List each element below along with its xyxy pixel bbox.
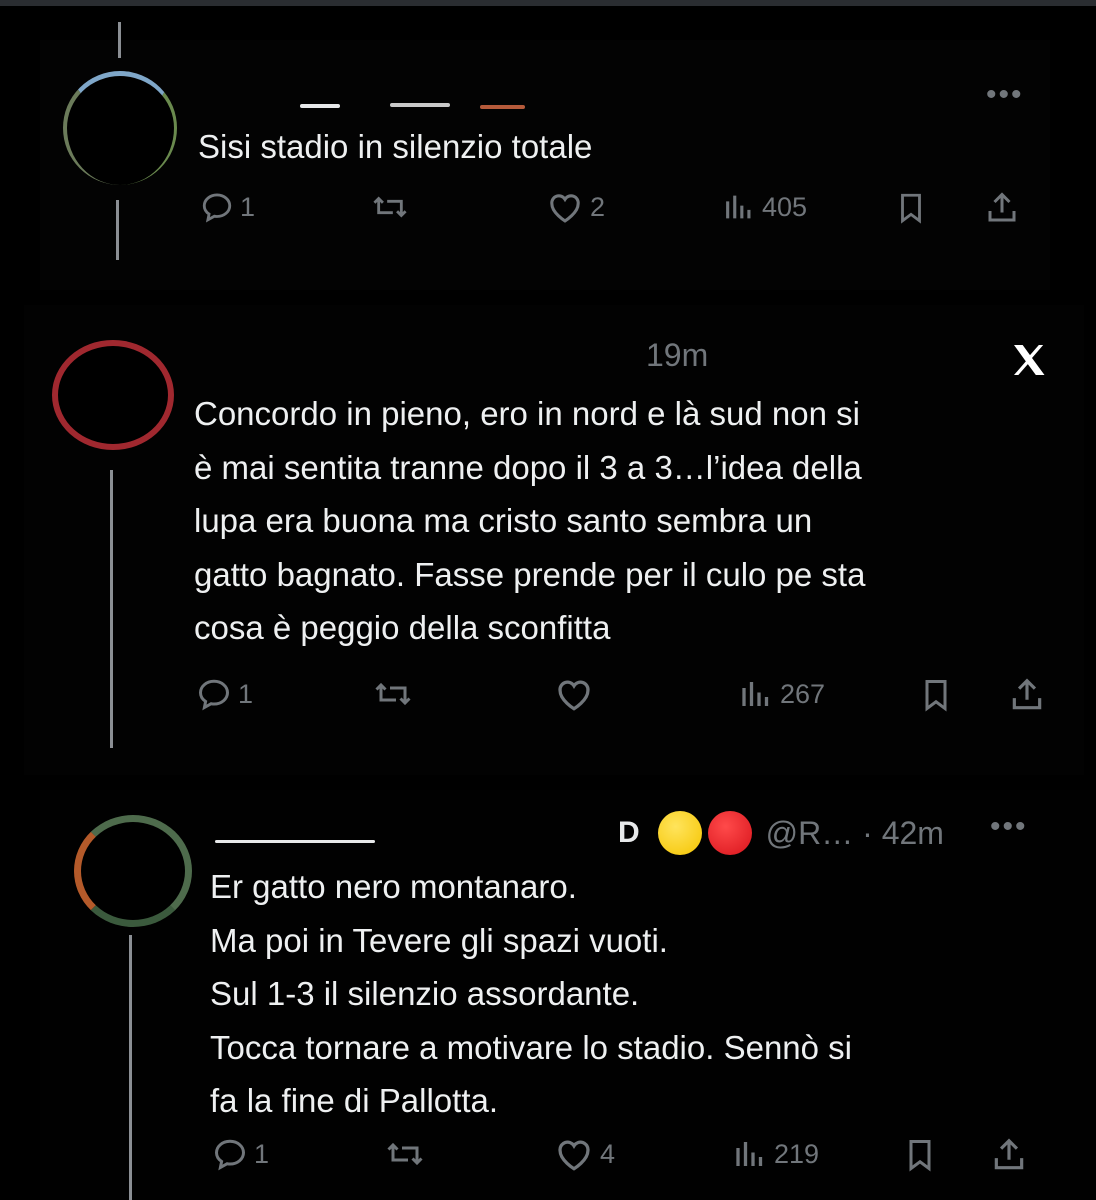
views-button[interactable]: 267 (738, 676, 825, 712)
avatar[interactable] (74, 815, 192, 927)
share-button[interactable] (990, 1136, 1028, 1174)
bookmark-icon (901, 193, 921, 224)
display-name-fragment: D (618, 816, 640, 849)
post-text-line: Sisi stadio in silenzio totale (198, 128, 593, 165)
avatar[interactable] (52, 340, 174, 450)
heart-icon (558, 1140, 590, 1171)
share-button[interactable] (984, 190, 1020, 226)
action-bar: 1 267 (0, 676, 1096, 716)
handle-and-time[interactable]: @R… · 42m (766, 815, 944, 852)
bookmark-icon (925, 680, 947, 712)
post-text-line: è mai sentita tranne dopo il 3 a 3…l’ide… (194, 448, 862, 486)
post-text-line: Ma poi in Tevere gli spazi vuoti. (210, 921, 668, 959)
heart-icon (558, 680, 590, 711)
bookmark-button[interactable] (918, 676, 954, 714)
like-button[interactable]: 2 (546, 190, 605, 224)
reply-button[interactable]: 1 (212, 1136, 269, 1172)
avatar[interactable] (63, 71, 177, 185)
repost-icon (373, 196, 407, 218)
post-text: Er gatto nero montanaro. Ma poi in Tever… (210, 860, 852, 1128)
post-text-line: Er gatto nero montanaro. (210, 868, 577, 905)
like-count: 2 (590, 191, 606, 222)
repost-icon (375, 682, 411, 706)
views-count: 219 (774, 1138, 820, 1169)
thread-line-top (118, 22, 121, 58)
like-button[interactable]: 4 (554, 1136, 615, 1172)
like-button[interactable] (554, 676, 600, 712)
post-text-line: cosa è peggio della sconfitta (194, 609, 611, 646)
more-icon[interactable]: ••• (986, 78, 1024, 112)
bookmark-icon (909, 1140, 931, 1172)
post-text: Concordo in pieno, ero in nord e là sud … (194, 387, 865, 655)
post-timestamp: 19m (646, 337, 709, 373)
reply-icon (202, 193, 232, 223)
repost-icon (387, 1142, 423, 1166)
post-text-line: Concordo in pieno, ero in nord e là sud … (194, 395, 860, 432)
reply-count: 1 (254, 1138, 270, 1169)
reply-count: 1 (240, 191, 256, 222)
post-text-line: fa la fine di Pallotta. (210, 1082, 499, 1119)
action-bar: 1 2 405 (0, 190, 1096, 230)
post-text-line: Tocca tornare a motivare lo stadio. Senn… (210, 1028, 853, 1066)
views-button[interactable]: 405 (722, 190, 807, 224)
post-text: Sisi stadio in silenzio totale (198, 120, 592, 174)
share-icon (994, 1138, 1024, 1170)
post-text-line: gatto bagnato. Fasse prende per il culo … (194, 555, 866, 593)
views-icon (726, 195, 751, 219)
reply-button[interactable]: 1 (200, 190, 255, 224)
redacted-name-mark (390, 103, 450, 107)
share-icon (1012, 678, 1042, 710)
share-icon (988, 192, 1016, 222)
yellow-circle-emoji (657, 811, 702, 855)
x-logo-icon (1014, 345, 1045, 375)
redacted-name-mark (300, 104, 340, 108)
views-button[interactable]: 219 (732, 1136, 819, 1172)
views-count: 405 (762, 191, 808, 222)
views-count: 267 (780, 678, 826, 709)
reply-count: 1 (238, 678, 254, 709)
share-button[interactable] (1008, 676, 1046, 714)
reply-icon (198, 679, 230, 711)
redacted-name-mark (480, 105, 525, 109)
post-text-line: lupa era buona ma cristo santo sembra un (194, 502, 813, 539)
post-header: D @R… · 42m (618, 808, 944, 858)
repost-button[interactable] (372, 676, 414, 712)
action-bar: 1 4 219 (0, 1136, 1096, 1176)
repost-button[interactable] (370, 190, 410, 224)
post-text-line: Sul 1-3 il silenzio assordante. (210, 975, 640, 1012)
bookmark-button[interactable] (894, 190, 928, 226)
like-count: 4 (600, 1138, 616, 1169)
views-icon (736, 1142, 763, 1166)
reply-button[interactable]: 1 (196, 676, 253, 712)
top-edge-bar (0, 0, 1096, 6)
views-icon (742, 682, 769, 706)
repost-button[interactable] (384, 1136, 426, 1172)
heart-icon (550, 194, 580, 223)
reply-icon (214, 1139, 246, 1171)
bookmark-button[interactable] (902, 1136, 938, 1174)
cropped-name (215, 840, 375, 843)
more-icon[interactable]: ••• (990, 810, 1028, 844)
red-circle-emoji (707, 811, 752, 855)
